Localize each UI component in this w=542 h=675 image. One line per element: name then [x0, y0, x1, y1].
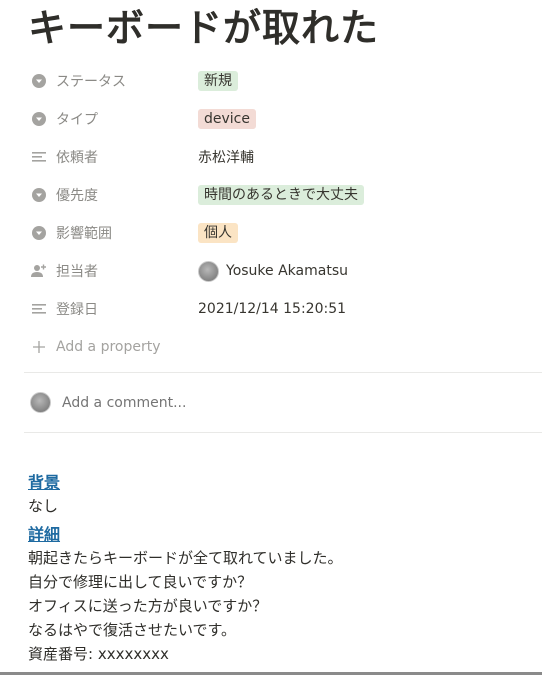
property-name-priority[interactable]: 優先度 [28, 185, 198, 205]
divider [24, 372, 542, 373]
select-icon [31, 73, 47, 89]
property-name-assignee[interactable]: 担当者 [28, 261, 198, 281]
add-property-button[interactable]: Add a property [28, 328, 542, 366]
text-icon [31, 149, 47, 165]
paragraph: オフィスに送った方が良いですか？ [28, 597, 268, 615]
properties-panel: ステータス 新規 タイプ device 依頼者 赤松洋輔 優先度 時間のあるとき… [28, 62, 542, 366]
assignee-name: Yosuke Akamatsu [226, 263, 348, 279]
select-icon [31, 111, 47, 127]
page-body: 背景 なし 詳細 朝起きたらキーボードが全て取れていました。 自分で修理に出して… [28, 472, 528, 666]
person-icon [31, 263, 47, 279]
property-name-requester[interactable]: 依頼者 [28, 147, 198, 167]
property-name-impact[interactable]: 影響範囲 [28, 223, 198, 243]
property-label: ステータス [56, 74, 126, 90]
property-value-status[interactable]: 新規 [198, 71, 238, 91]
page-title[interactable]: キーボードが取れた [28, 4, 379, 52]
type-tag[interactable]: device [198, 109, 256, 129]
impact-tag[interactable]: 個人 [198, 223, 238, 243]
property-value-type[interactable]: device [198, 109, 256, 129]
section-heading-background[interactable]: 背景 [28, 472, 528, 494]
property-name-created[interactable]: 登録日 [28, 299, 198, 319]
property-name-type[interactable]: タイプ [28, 109, 198, 129]
property-row-requester[interactable]: 依頼者 赤松洋輔 [28, 138, 542, 176]
paragraph: 自分で修理に出して良いですか？ [28, 573, 253, 591]
property-label: 優先度 [56, 188, 98, 204]
property-value-impact[interactable]: 個人 [198, 223, 238, 243]
priority-tag[interactable]: 時間のあるときで大丈夫 [198, 185, 364, 205]
divider [24, 432, 542, 433]
property-row-created[interactable]: 登録日 2021/12/14 15:20:51 [28, 290, 542, 328]
asset-number: 資産番号: xxxxxxxx [28, 645, 169, 663]
section-heading-details[interactable]: 詳細 [28, 524, 528, 546]
avatar [30, 392, 51, 413]
plus-icon [31, 339, 47, 355]
property-value-assignee[interactable]: Yosuke Akamatsu [198, 260, 348, 282]
paragraph: 朝起きたらキーボードが全て取れていました。 [28, 549, 343, 567]
property-label: 依頼者 [56, 150, 98, 166]
property-value-priority[interactable]: 時間のあるときで大丈夫 [198, 185, 364, 205]
property-row-assignee[interactable]: 担当者 Yosuke Akamatsu [28, 252, 542, 290]
paragraph: なし [28, 497, 59, 515]
property-label: 影響範囲 [56, 226, 112, 242]
add-property[interactable]: Add a property [28, 339, 198, 355]
text-icon [31, 301, 47, 317]
property-value-requester[interactable]: 赤松洋輔 [198, 147, 254, 167]
property-name-status[interactable]: ステータス [28, 71, 198, 91]
property-value-created: 2021/12/14 15:20:51 [198, 301, 347, 317]
add-property-label: Add a property [56, 339, 161, 355]
property-label: タイプ [56, 112, 98, 128]
comment-area [30, 392, 362, 413]
property-row-priority[interactable]: 優先度 時間のあるときで大丈夫 [28, 176, 542, 214]
avatar [198, 260, 219, 282]
property-row-status[interactable]: ステータス 新規 [28, 62, 542, 100]
select-icon [31, 187, 47, 203]
comment-input[interactable] [62, 394, 362, 411]
property-label: 担当者 [56, 264, 98, 280]
property-label: 登録日 [56, 302, 98, 318]
property-row-impact[interactable]: 影響範囲 個人 [28, 214, 542, 252]
property-row-type[interactable]: タイプ device [28, 100, 542, 138]
status-tag[interactable]: 新規 [198, 71, 238, 91]
select-icon [31, 225, 47, 241]
paragraph: なるはやで復活させたいです。 [28, 621, 237, 639]
